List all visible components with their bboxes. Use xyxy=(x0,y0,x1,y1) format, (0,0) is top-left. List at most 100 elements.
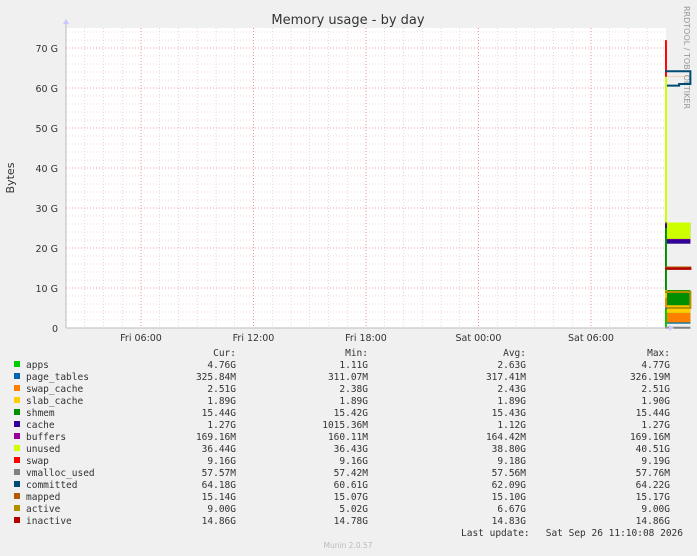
rrdtool-credit: RRDTOOL / TOBI OETIKER xyxy=(682,6,691,109)
x-tick-label: Fri 06:00 xyxy=(120,333,162,344)
legend-min-swap: 9.16G xyxy=(339,456,368,467)
legend-avg-shmem: 15.43G xyxy=(492,408,527,419)
legend-cur-cache: 1.27G xyxy=(207,420,236,431)
legend-max-inactive: 14.86G xyxy=(636,516,671,527)
legend-max-vmalloc-used: 57.76M xyxy=(636,468,671,479)
legend-max-page-tables: 326.19M xyxy=(630,372,670,383)
legend-cur-apps: 4.76G xyxy=(207,360,236,371)
legend-min-inactive: 14.78G xyxy=(334,516,369,527)
legend-cur-slab-cache: 1.89G xyxy=(207,396,236,407)
legend-swatch-vmalloc-used xyxy=(14,469,20,475)
legend-swatch-shmem xyxy=(14,409,20,415)
legend-cur-buffers: 169.16M xyxy=(196,432,236,443)
legend-swatch-cache xyxy=(14,421,20,427)
legend-max-unused: 40.51G xyxy=(636,444,671,455)
y-tick-label: 50 G xyxy=(36,124,58,135)
legend-min-buffers: 160.11M xyxy=(328,432,368,443)
legend-cur-page-tables: 325.84M xyxy=(196,372,236,383)
legend-min-page-tables: 311.07M xyxy=(328,372,368,383)
legend-name-cache: cache xyxy=(26,420,55,431)
x-axis-arrow xyxy=(669,325,674,331)
legend-min-apps: 1.11G xyxy=(339,360,368,371)
legend-avg-buffers: 164.42M xyxy=(486,432,526,443)
munin-version: Munin 2.0.57 xyxy=(323,541,372,550)
legend-avg-page-tables: 317.41M xyxy=(486,372,526,383)
legend-swatch-page-tables xyxy=(14,373,20,379)
legend-swatch-swap xyxy=(14,457,20,463)
legend-name-swap: swap xyxy=(26,456,49,467)
x-tick-label: Fri 18:00 xyxy=(345,333,387,344)
legend-min-cache: 1015.36M xyxy=(322,420,368,431)
legend-cur-committed: 64.18G xyxy=(202,480,237,491)
legend-name-inactive: inactive xyxy=(26,516,72,527)
y-tick-label: 30 G xyxy=(36,204,58,215)
legend-cur-swap-cache: 2.51G xyxy=(207,384,236,395)
legend-name-vmalloc-used: vmalloc_used xyxy=(26,468,95,479)
legend-avg-committed: 62.09G xyxy=(492,480,527,491)
legend-header-avg: Avg: xyxy=(503,348,526,359)
legend-name-page-tables: page_tables xyxy=(26,372,89,383)
legend-max-swap-cache: 2.51G xyxy=(641,384,670,395)
legend-name-shmem: shmem xyxy=(26,408,55,419)
legend-cur-mapped: 15.14G xyxy=(202,492,237,503)
legend-cur-swap: 9.16G xyxy=(207,456,236,467)
y-axis-arrow xyxy=(63,19,69,24)
chart-title: Memory usage - by day xyxy=(271,13,424,28)
y-tick-label: 70 G xyxy=(36,44,58,55)
legend-avg-apps: 2.63G xyxy=(497,360,526,371)
legend-swatch-committed xyxy=(14,481,20,487)
legend-name-unused: unused xyxy=(26,444,60,455)
legend-name-mapped: mapped xyxy=(26,492,60,503)
legend-avg-unused: 38.80G xyxy=(492,444,527,455)
legend-cur-inactive: 14.86G xyxy=(202,516,237,527)
legend-avg-inactive: 14.83G xyxy=(492,516,527,527)
legend-max-committed: 64.22G xyxy=(636,480,671,491)
legend-swatch-inactive xyxy=(14,517,20,523)
legend-header-max: Max: xyxy=(647,348,670,359)
legend-name-active: active xyxy=(26,504,61,515)
y-tick-label: 10 G xyxy=(36,284,58,295)
x-tick-label: Fri 12:00 xyxy=(233,333,275,344)
legend: apps 4.76G 1.11G 2.63G 4.77G page_tables 325.8… xyxy=(14,360,670,527)
y-tick-label: 60 G xyxy=(36,84,58,95)
x-tick-label: Sat 00:00 xyxy=(456,333,502,344)
x-tick-label: Sat 06:00 xyxy=(568,333,614,344)
legend-header-cur: Cur: xyxy=(213,348,236,359)
legend-cur-vmalloc-used: 57.57M xyxy=(202,468,237,479)
legend-min-vmalloc-used: 57.42M xyxy=(334,468,369,479)
legend-swatch-swap-cache xyxy=(14,385,20,391)
memory-usage-chart: Memory usage - by day Bytes RRDTOOL / TO… xyxy=(4,6,692,550)
legend-max-active: 9.00G xyxy=(641,504,670,515)
legend-min-unused: 36.43G xyxy=(334,444,369,455)
y-tick-label: 20 G xyxy=(36,244,58,255)
legend-header-min: Min: xyxy=(345,348,368,359)
legend-min-active: 5.02G xyxy=(339,504,368,515)
legend-avg-mapped: 15.10G xyxy=(492,492,527,503)
legend-min-committed: 60.61G xyxy=(334,480,369,491)
legend-name-committed: committed xyxy=(26,480,77,491)
legend-max-shmem: 15.44G xyxy=(636,408,671,419)
legend-avg-swap-cache: 2.43G xyxy=(497,384,526,395)
last-update-value: Sat Sep 26 11:10:08 2026 xyxy=(546,528,684,539)
legend-max-cache: 1.27G xyxy=(641,420,670,431)
legend-cur-shmem: 15.44G xyxy=(202,408,237,419)
plot-area: 0 10 G 20 G 30 G 40 G 50 G 60 G 70 G Fri 06:00 Fr… xyxy=(36,19,692,344)
legend-avg-swap: 9.18G xyxy=(497,456,526,467)
legend-min-shmem: 15.42G xyxy=(334,408,369,419)
legend-swatch-unused xyxy=(14,445,20,451)
legend-swatch-active xyxy=(14,505,20,511)
last-update-label: Last update: xyxy=(461,528,530,539)
y-axis-label: Bytes xyxy=(4,162,17,193)
legend-name-swap-cache: swap_cache xyxy=(26,384,83,395)
legend-swatch-apps xyxy=(14,361,20,367)
legend-max-swap: 9.19G xyxy=(641,456,670,467)
legend-avg-slab-cache: 1.89G xyxy=(497,396,526,407)
y-tick-label: 40 G xyxy=(36,164,58,175)
y-tick-label: 0 xyxy=(52,324,58,335)
legend-min-slab-cache: 1.89G xyxy=(339,396,368,407)
legend-min-mapped: 15.07G xyxy=(334,492,369,503)
legend-swatch-buffers xyxy=(14,433,20,439)
legend-avg-cache: 1.12G xyxy=(497,420,526,431)
legend-name-slab-cache: slab_cache xyxy=(26,396,83,407)
legend-swatch-slab-cache xyxy=(14,397,20,403)
